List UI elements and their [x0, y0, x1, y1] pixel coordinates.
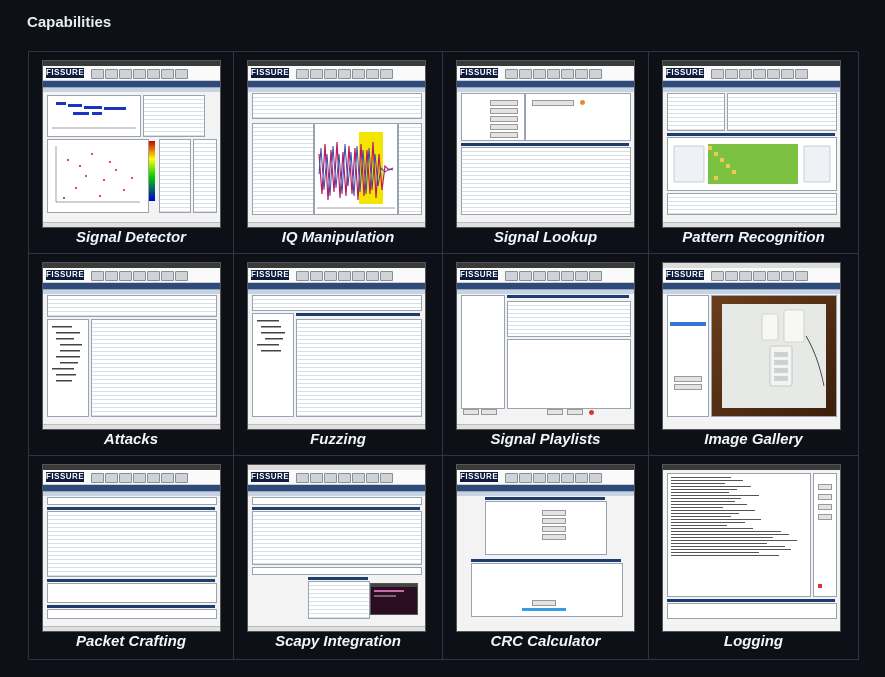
detector-spectrogram-plot [55, 146, 140, 203]
capabilities-heading: Capabilities [27, 14, 112, 31]
tile-packet-crafting[interactable]: FISSURE Packet Crafting [29, 456, 234, 660]
screenshot-scapy-integration[interactable]: FISSURE [247, 464, 426, 632]
caption-attacks: Attacks [103, 431, 159, 448]
screenshot-image-gallery[interactable]: FISSURE [662, 262, 841, 430]
screenshot-attacks[interactable]: FISSURE [42, 262, 221, 430]
capabilities-grid: FISSURE Signal Detector FISSURE IQ Manip… [28, 51, 859, 660]
tile-image-gallery[interactable]: FISSURE Image Gallery [649, 254, 859, 456]
screenshot-signal-lookup[interactable]: FISSURE [456, 60, 635, 228]
caption-pattern-recognition: Pattern Recognition [682, 229, 825, 246]
log-text-area [671, 477, 797, 556]
caption-fuzzing: Fuzzing [310, 431, 366, 448]
caption-packet-crafting: Packet Crafting [75, 633, 187, 650]
tile-signal-playlists[interactable]: FISSURE Signal Playlists [443, 254, 649, 456]
screenshot-signal-playlists[interactable]: FISSURE [456, 262, 635, 430]
terminal-window [370, 583, 418, 615]
screenshot-pattern-recognition[interactable]: FISSURE [662, 60, 841, 228]
caption-signal-lookup: Signal Lookup [493, 229, 598, 246]
screenshot-logging[interactable] [662, 464, 841, 632]
tile-signal-detector[interactable]: FISSURE Signal Detector [29, 52, 234, 254]
tile-iq-manipulation[interactable]: FISSURE IQ Manipulation [234, 52, 443, 254]
tile-attacks[interactable]: FISSURE Attacks [29, 254, 234, 456]
caption-signal-detector: Signal Detector [75, 229, 187, 246]
caption-scapy-integration: Scapy Integration [275, 633, 401, 650]
tile-signal-lookup[interactable]: FISSURE Signal Lookup [443, 52, 649, 254]
caption-logging: Logging [723, 633, 784, 650]
detector-ranges-plot [52, 102, 136, 129]
tile-fuzzing[interactable]: FISSURE Fuzzing [234, 254, 443, 456]
colorbar [149, 141, 155, 201]
tile-logging[interactable]: Logging [649, 456, 859, 660]
screenshot-signal-detector[interactable]: FISSURE [42, 60, 221, 228]
tile-scapy-integration[interactable]: FISSURE Scapy Integration [234, 456, 443, 660]
gallery-device-photo [712, 296, 836, 416]
caption-iq-manipulation: IQ Manipulation [281, 229, 395, 246]
caption-image-gallery: Image Gallery [704, 431, 803, 448]
screenshot-crc-calculator[interactable]: FISSURE [456, 464, 635, 632]
caption-crc-calculator: CRC Calculator [490, 633, 601, 650]
screenshot-fuzzing[interactable]: FISSURE [247, 262, 426, 430]
tile-crc-calculator[interactable]: FISSURE CRC Calculator [443, 456, 649, 660]
screenshot-packet-crafting[interactable]: FISSURE [42, 464, 221, 632]
caption-signal-playlists: Signal Playlists [490, 431, 601, 448]
fuzzing-tree [257, 320, 285, 352]
pattern-bit-grid [673, 144, 831, 184]
iq-waveform-plot [317, 132, 395, 209]
attack-tree [52, 326, 82, 382]
screenshot-iq-manipulation[interactable]: FISSURE [247, 60, 426, 228]
tile-pattern-recognition[interactable]: FISSURE Pattern Recognition [649, 52, 859, 254]
